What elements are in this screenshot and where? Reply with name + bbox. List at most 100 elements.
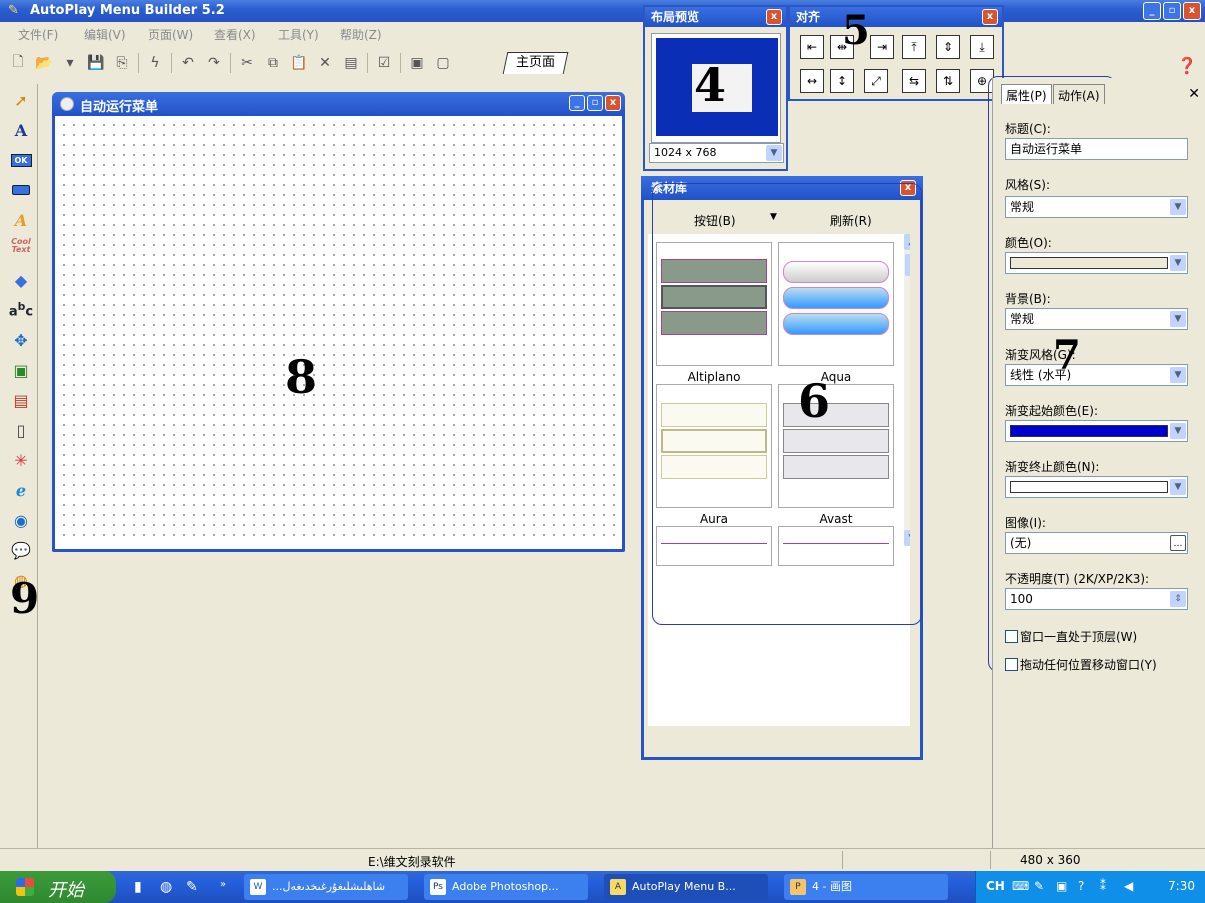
- align-middle-icon[interactable]: ⇕: [936, 35, 960, 59]
- minimize-button[interactable]: _: [1143, 2, 1161, 20]
- quicklaunch-icon[interactable]: ◍: [160, 879, 172, 895]
- category-dropdown[interactable]: 按钮(B): [694, 212, 736, 229]
- chevron-left-icon[interactable]: ◀: [1124, 879, 1133, 893]
- options-icon[interactable]: ⁑: [1100, 879, 1106, 893]
- refresh-button[interactable]: 刷新(R): [830, 212, 872, 229]
- more-icon[interactable]: »: [220, 879, 226, 890]
- save-as-icon[interactable]: ⎘: [112, 53, 132, 73]
- browser-tool-icon[interactable]: ℯ: [9, 478, 33, 502]
- task-button[interactable]: Ps Adobe Photoshop...: [424, 874, 588, 900]
- color-select[interactable]: ▼: [1005, 252, 1188, 274]
- cool-text-tool-icon[interactable]: Cool Text: [9, 234, 33, 258]
- doc-minimize-button[interactable]: _: [569, 95, 585, 111]
- flash-tool-icon[interactable]: ✳: [9, 448, 33, 472]
- tab-main-page[interactable]: 主页面: [502, 52, 569, 74]
- image-field[interactable]: (无)…: [1005, 532, 1188, 554]
- thumbnail-next[interactable]: [656, 526, 772, 566]
- same-width-icon[interactable]: ↔: [800, 69, 824, 93]
- same-size-icon[interactable]: ⤢: [864, 69, 888, 93]
- new-icon[interactable]: 🗋: [8, 53, 28, 73]
- move-tool-icon[interactable]: ✥: [9, 328, 33, 352]
- menu-page[interactable]: 页面(W): [148, 26, 193, 43]
- drag-anywhere-checkbox[interactable]: 拖动任何位置移动窗口(Y): [1005, 656, 1157, 673]
- maximize-button[interactable]: ▫: [1163, 2, 1181, 20]
- topmost-checkbox[interactable]: 窗口一直处于顶层(W): [1005, 628, 1137, 645]
- dropdown-icon[interactable]: ▾: [60, 53, 80, 73]
- thumbnail-aqua[interactable]: [778, 242, 894, 366]
- library-scrollbar[interactable]: ▲ ▼: [904, 234, 910, 546]
- undo-icon[interactable]: ↶: [178, 53, 198, 73]
- close-icon[interactable]: ✕: [1188, 86, 1200, 102]
- cut-icon[interactable]: ✂: [237, 53, 257, 73]
- doc-tool-icon[interactable]: ▯: [9, 418, 33, 442]
- build-icon[interactable]: ϟ: [145, 53, 165, 73]
- space-v-icon[interactable]: ⇅: [936, 69, 960, 93]
- copy-icon[interactable]: ⧉: [263, 53, 283, 73]
- design-canvas[interactable]: [59, 120, 619, 540]
- button-tool-icon[interactable]: [9, 178, 33, 202]
- redo-icon[interactable]: ↷: [204, 53, 224, 73]
- align-right-icon[interactable]: ⇥: [870, 35, 894, 59]
- chevron-down-icon[interactable]: ▼: [770, 212, 777, 222]
- thumbnail-avast[interactable]: [778, 384, 894, 508]
- document-titlebar[interactable]: 自动运行菜单 _ ▫ x: [52, 92, 625, 116]
- properties-icon[interactable]: ☑: [374, 53, 394, 73]
- start-button[interactable]: 开始: [0, 871, 116, 903]
- task-button[interactable]: P 4 - 画图: [784, 874, 948, 900]
- scroll-thumb[interactable]: [905, 254, 910, 276]
- pointer-tool-icon[interactable]: ➚: [9, 88, 33, 112]
- resolution-select[interactable]: 1024 x 768 ▼: [649, 143, 784, 163]
- title-input[interactable]: 自动运行菜单: [1005, 138, 1188, 160]
- open-icon[interactable]: 📂: [34, 53, 54, 73]
- menu-edit[interactable]: 编辑(V): [84, 26, 126, 43]
- opacity-stepper[interactable]: 100 ⇕: [1005, 588, 1188, 610]
- style-select[interactable]: 常规 ▼: [1005, 196, 1188, 218]
- speech-tool-icon[interactable]: 💬: [9, 538, 33, 562]
- thumbnail-next[interactable]: [778, 526, 894, 566]
- align-left-icon[interactable]: ⇤: [800, 35, 824, 59]
- center-page-icon[interactable]: ⊕: [970, 69, 994, 93]
- thumbnail-aura[interactable]: [656, 384, 772, 508]
- gradient-start-select[interactable]: ▼: [1005, 420, 1188, 442]
- close-button[interactable]: x: [1183, 2, 1201, 20]
- list-tool-icon[interactable]: ▤: [9, 388, 33, 412]
- image-tool-icon[interactable]: ▣: [9, 358, 33, 382]
- doc-maximize-button[interactable]: ▫: [587, 95, 603, 111]
- spin-icon[interactable]: ⇕: [1170, 591, 1186, 607]
- abc-text-tool-icon[interactable]: abc: [9, 298, 33, 322]
- document-window[interactable]: 自动运行菜单 _ ▫ x 8: [52, 92, 625, 552]
- paste-icon[interactable]: 📋: [289, 53, 309, 73]
- menu-view[interactable]: 查看(X): [214, 26, 256, 43]
- scroll-down-icon[interactable]: ▼: [904, 530, 910, 546]
- task-button[interactable]: W ...شاھلىشلىغۇرغىخدىغەل: [244, 874, 408, 900]
- scroll-up-icon[interactable]: ▲: [904, 234, 910, 250]
- preview-close-button[interactable]: x: [766, 9, 782, 25]
- align-bottom-icon[interactable]: ⤓: [970, 35, 994, 59]
- quicklaunch-icon[interactable]: ✎: [186, 879, 198, 895]
- menu-tools[interactable]: 工具(Y): [278, 26, 319, 43]
- add-page-icon[interactable]: ▣: [407, 53, 427, 73]
- fancy-text-tool-icon[interactable]: A: [9, 208, 33, 232]
- remove-page-icon[interactable]: ▢: [433, 53, 453, 73]
- keyboard-icon[interactable]: ⌨: [1012, 879, 1029, 893]
- menu-help[interactable]: 帮助(Z): [340, 26, 382, 43]
- preview-screen[interactable]: 4: [651, 33, 781, 143]
- ime-icon[interactable]: ▣: [1056, 879, 1067, 893]
- menu-file[interactable]: 文件(F): [18, 26, 58, 43]
- align-top-icon[interactable]: ⤒: [902, 35, 926, 59]
- language-indicator[interactable]: CH: [986, 879, 1005, 893]
- help-tray-icon[interactable]: ?: [1078, 879, 1084, 893]
- space-h-icon[interactable]: ⇆: [902, 69, 926, 93]
- gradient-style-select[interactable]: 线性 (水平) ▼: [1005, 364, 1188, 386]
- text-tool-icon[interactable]: A: [9, 118, 33, 142]
- shapes-tool-icon[interactable]: ◆: [9, 268, 33, 292]
- delete-icon[interactable]: ✕: [315, 53, 335, 73]
- align-close-button[interactable]: x: [982, 9, 998, 25]
- browse-icon[interactable]: …: [1170, 535, 1186, 551]
- duplicate-icon[interactable]: ▤: [341, 53, 361, 73]
- background-select[interactable]: 常规 ▼: [1005, 308, 1188, 330]
- thumbnail-altiplano[interactable]: [656, 242, 772, 366]
- ok-button-tool-icon[interactable]: OK: [9, 148, 33, 172]
- help-icon[interactable]: ❓: [1177, 56, 1197, 75]
- gradient-end-select[interactable]: ▼: [1005, 476, 1188, 498]
